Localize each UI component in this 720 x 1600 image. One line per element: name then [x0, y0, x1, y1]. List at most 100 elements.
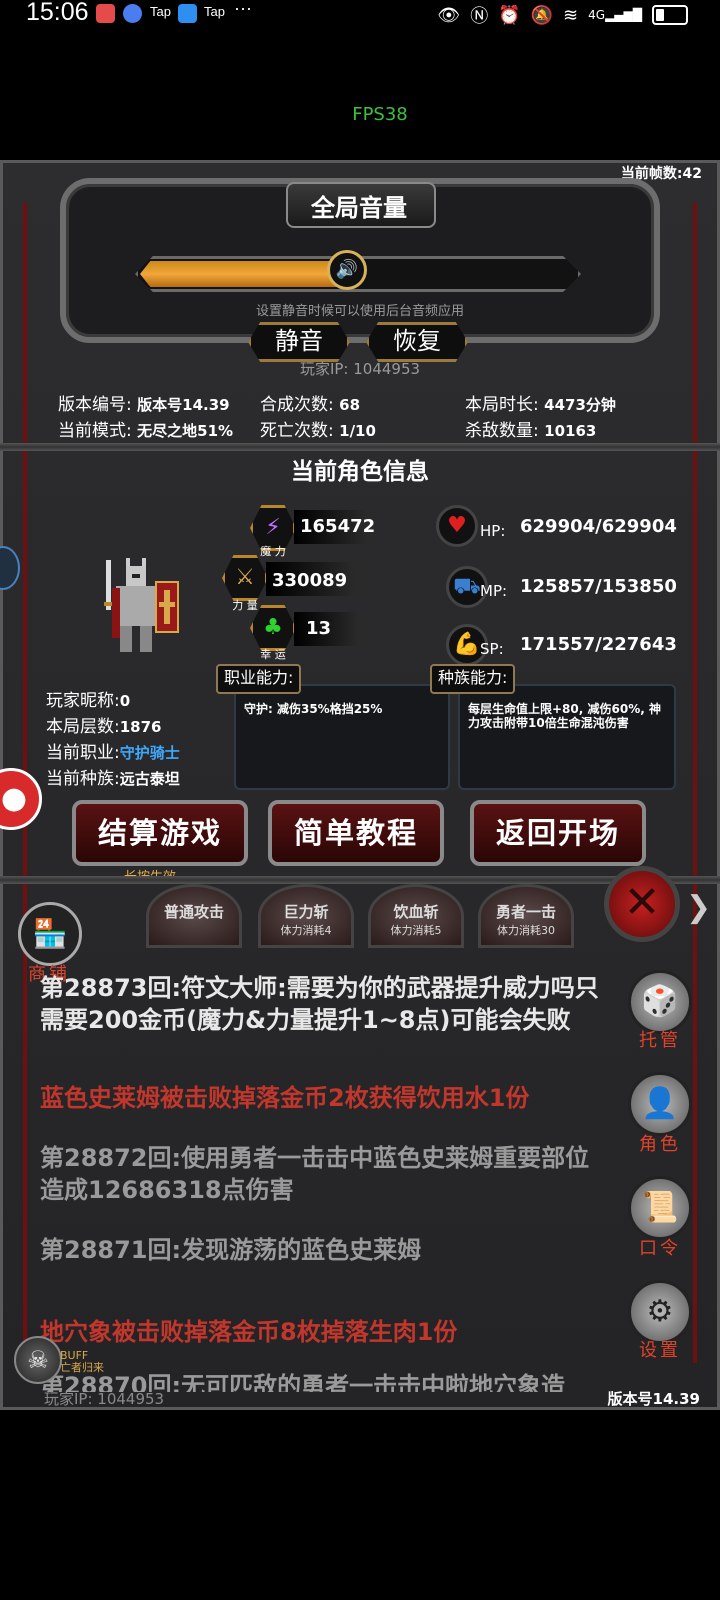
settle-game-button[interactable]: 结算游戏	[72, 800, 248, 866]
job-ability-box: 守护: 减伤35%格挡25%	[234, 684, 450, 790]
chevron-right-icon[interactable]: ❯	[686, 890, 711, 925]
stat-label: 死亡次数:	[260, 421, 334, 441]
race-ability-box: 每层生命值上限+80, 减伤60%, 神力攻击附带10倍生命混沌伤害	[458, 684, 676, 790]
buff-text: BUFF 亡者归来	[60, 1350, 104, 1374]
info-label: 当前职业:	[46, 743, 120, 763]
wifi-icon: ≋	[563, 4, 579, 26]
status-time: 15:06	[26, 0, 89, 26]
player-ip-bottom: 玩家IP: 1044953	[44, 1390, 165, 1408]
skill-cost: 体力消耗30	[497, 924, 555, 937]
nfc-icon: Ⓝ	[470, 6, 489, 27]
stat-label: 当前模式:	[58, 421, 132, 441]
character-section-title: 当前角色信息	[291, 459, 429, 485]
app-notification-icon	[96, 4, 115, 23]
race-ability-tag: 种族能力:	[430, 664, 516, 694]
stat-label: 版本编号:	[58, 395, 132, 415]
stat-value: 68	[339, 396, 361, 414]
hood-icon[interactable]: 👤	[628, 1072, 692, 1136]
info-label: 本局层数:	[46, 717, 120, 737]
luck-label: 幸 运	[260, 648, 286, 661]
synth-stat: 合成次数: 68	[260, 390, 360, 415]
stat-label: 本局时长:	[465, 395, 539, 415]
log-entry: 蓝色史莱姆被击败掉落金币2枚获得饮用水1份	[40, 1084, 530, 1112]
skill-blood-slash[interactable]: 饮血斩 体力消耗5	[368, 884, 464, 948]
restore-button[interactable]: 恢复	[366, 322, 468, 362]
log-entry: 地穴象被击败掉落金币8枚掉落生肉1份	[40, 1318, 458, 1346]
skill-name: 饮血斩	[393, 903, 439, 921]
auto-label: 托管	[639, 1030, 681, 1051]
mute-button[interactable]: 静音	[248, 322, 350, 362]
tap-label: Tap	[150, 4, 171, 19]
settings-label: 设置	[639, 1340, 681, 1361]
skull-icon[interactable]: ☠	[14, 1336, 62, 1384]
volume-slider-fill	[140, 261, 347, 287]
speaker-icon[interactable]: 🔊	[327, 250, 367, 290]
log-entry: 第28871回:发现游荡的蓝色史莱姆	[40, 1236, 422, 1264]
player-ip: 玩家IP: 1044953	[299, 360, 421, 378]
job-row: 当前职业:守护骑士	[46, 738, 180, 763]
hp-value: 629904/629904	[520, 516, 677, 537]
info-value: 守护骑士	[119, 744, 180, 762]
battle-log[interactable]: 第28873回:符文大师:需要为你的武器提升威力吗只需要200金币(魔力&力量提…	[30, 962, 610, 1392]
signal-icon: 4G▂▄▆█	[588, 8, 642, 22]
stat-label: 合成次数:	[260, 395, 334, 415]
job-ability-tag: 职业能力:	[216, 664, 302, 694]
info-label: 玩家昵称:	[46, 691, 120, 711]
status-bar: 15:06 Tap Tap ··· 👁 Ⓝ ⏰ 🔕 ≋ 4G▂▄▆█	[0, 0, 720, 28]
skill-giant-slash[interactable]: 巨力斩 体力消耗4	[258, 884, 354, 948]
hp-label: HP:	[480, 522, 506, 540]
mode-stat: 当前模式: 无尽之地51%	[58, 416, 233, 441]
floor-row: 本局层数:1876	[46, 712, 161, 737]
skill-hero-strike[interactable]: 勇者一击 体力消耗30	[478, 884, 574, 948]
book-icon[interactable]: 📜	[628, 1176, 692, 1240]
luck-value: 13	[306, 618, 332, 639]
close-icon[interactable]: ✕	[604, 866, 680, 942]
alarm-icon: ⏰	[498, 4, 521, 26]
skill-name: 普通攻击	[163, 903, 224, 921]
section-divider	[0, 443, 720, 451]
stat-value: 版本号14.39	[137, 396, 230, 414]
more-notifications: ···	[234, 0, 252, 18]
skill-cost: 体力消耗5	[390, 924, 442, 937]
skill-normal-attack[interactable]: 普通攻击	[146, 884, 242, 948]
dice-icon[interactable]: 🎲	[628, 970, 692, 1034]
battery-icon	[652, 5, 688, 25]
nickname-row: 玩家昵称:0	[46, 686, 130, 711]
back-to-start-button[interactable]: 返回开场	[470, 800, 646, 866]
sp-value: 171557/227643	[520, 634, 677, 655]
race-row: 当前种族:远古泰坦	[46, 764, 180, 789]
app-notification-icon	[178, 4, 197, 23]
magic-value: 165472	[300, 516, 376, 537]
skill-name: 勇者一击	[495, 903, 556, 921]
version-bottom: 版本号14.39	[607, 1390, 700, 1408]
shop-icon[interactable]: 🏪	[18, 902, 82, 966]
buff-sub: 亡者归来	[60, 1361, 104, 1374]
skill-cost: 体力消耗4	[280, 924, 332, 937]
tap-label: Tap	[204, 4, 225, 19]
log-entry: 第28873回:符文大师:需要为你的武器提升威力吗只需要200金币(魔力&力量提…	[40, 974, 599, 1034]
sp-label: SP:	[480, 640, 504, 658]
stat-value: 4473分钟	[544, 396, 616, 414]
log-entry: 第28872回:使用勇者一击击中蓝色史莱姆重要部位造成12686318点伤害	[40, 1144, 590, 1204]
status-icons: 👁 Ⓝ ⏰ 🔕 ≋ 4G▂▄▆█	[437, 2, 688, 28]
stat-value: 无尽之地51%	[137, 422, 234, 440]
stat-label: 杀敌数量:	[465, 421, 539, 441]
command-label: 口令	[639, 1238, 681, 1259]
duration-stat: 本局时长: 4473分钟	[465, 390, 616, 415]
info-value: 远古泰坦	[119, 770, 180, 788]
mp-value: 125857/153850	[520, 576, 677, 597]
volume-hint: 设置静音时候可以使用后台音频应用	[255, 304, 464, 319]
heart-icon: ♥	[436, 505, 478, 547]
stat-value: 1/10	[339, 422, 376, 440]
skill-name: 巨力斩	[283, 903, 329, 921]
app-notification-icon	[123, 4, 142, 23]
gear-icon[interactable]: ⚙	[628, 1280, 692, 1344]
role-label: 角色	[639, 1134, 681, 1155]
tutorial-button[interactable]: 简单教程	[268, 800, 444, 866]
stat-value: 10163	[544, 422, 597, 440]
mute-icon: 🔕	[530, 4, 554, 26]
strength-value: 330089	[272, 570, 348, 591]
death-stat: 死亡次数: 1/10	[260, 416, 376, 441]
info-label: 当前种族:	[46, 769, 120, 789]
fps-indicator: FPS38	[352, 104, 408, 125]
